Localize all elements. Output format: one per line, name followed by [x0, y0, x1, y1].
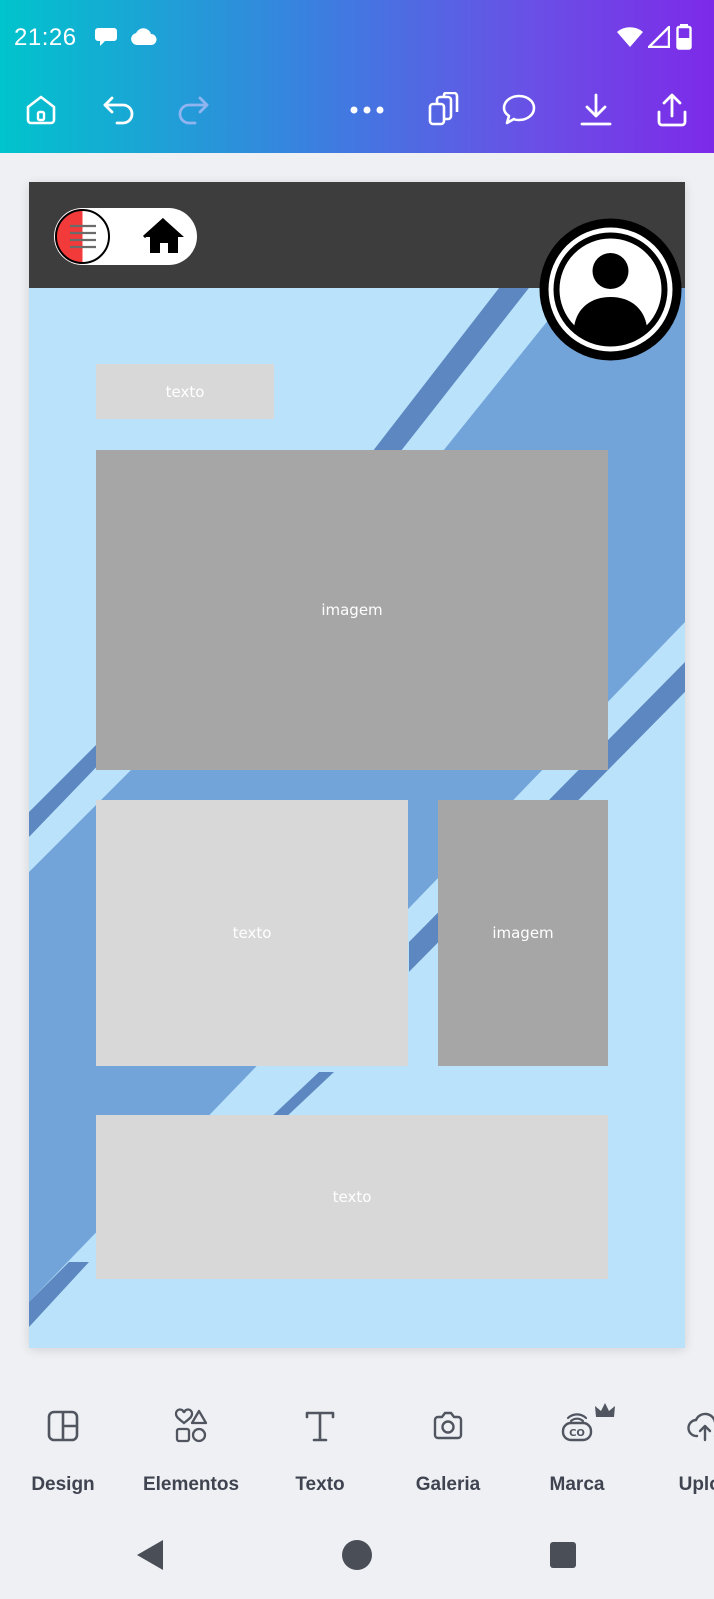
more-icon [350, 106, 384, 114]
tool-uploads[interactable]: Uploa [641, 1380, 714, 1495]
menu-icon[interactable] [54, 208, 111, 265]
comment-button[interactable] [497, 88, 541, 132]
home-nav-button[interactable] [332, 1530, 382, 1580]
recents-button[interactable] [538, 1530, 588, 1580]
editor-tools-bar: Design Elementos Texto Galeria CO Marca … [0, 1380, 714, 1500]
system-navigation-bar [0, 1530, 714, 1590]
premium-crown-icon [595, 1403, 615, 1417]
shapes-icon [174, 1408, 208, 1443]
image-placeholder-block[interactable]: imagem [438, 800, 608, 1066]
share-button[interactable] [650, 88, 694, 132]
tool-label: Elementos [142, 1474, 240, 1495]
text-placeholder-block[interactable]: texto [96, 800, 408, 1066]
tool-label: Design [31, 1474, 95, 1495]
tool-gallery[interactable]: Galeria [384, 1380, 512, 1495]
home-icon[interactable] [142, 216, 186, 256]
redo-button[interactable] [171, 88, 215, 132]
nav-pill[interactable] [54, 208, 197, 265]
redo-icon [178, 96, 209, 125]
home-circle-icon [342, 1540, 372, 1570]
layout-icon [47, 1410, 79, 1442]
app-header: 21:26 [0, 0, 714, 153]
back-icon [137, 1540, 163, 1570]
pages-button[interactable] [421, 88, 465, 132]
text-placeholder-block[interactable]: texto [96, 364, 274, 419]
svg-text:CO: CO [569, 1428, 585, 1439]
upload-icon [687, 1412, 714, 1442]
home-button[interactable] [19, 88, 63, 132]
download-button[interactable] [574, 88, 618, 132]
brand-icon: CO [561, 1413, 593, 1442]
profile-avatar-icon[interactable] [538, 217, 683, 362]
wifi-icon [616, 26, 644, 53]
text-icon [305, 1411, 335, 1442]
share-icon [657, 93, 687, 127]
download-icon [580, 93, 612, 126]
more-options-button[interactable] [345, 88, 389, 132]
status-bar: 21:26 [0, 20, 714, 56]
back-button[interactable] [126, 1530, 176, 1580]
cloud-icon [130, 28, 158, 51]
tool-label: Uploa [678, 1474, 714, 1495]
text-placeholder-block[interactable]: texto [96, 1115, 608, 1279]
copy-pages-icon [428, 92, 459, 126]
image-placeholder-block[interactable]: imagem [96, 450, 608, 770]
undo-icon [103, 96, 134, 125]
tool-text[interactable]: Texto [256, 1380, 384, 1495]
undo-button[interactable] [97, 88, 141, 132]
tool-elements[interactable]: Elementos [127, 1380, 255, 1495]
comment-icon [502, 94, 536, 125]
tool-design[interactable]: Design [0, 1380, 127, 1495]
editor-toolbar [0, 88, 714, 132]
battery-icon [676, 24, 692, 55]
camera-icon [433, 1411, 463, 1440]
home-icon [26, 95, 56, 125]
tool-label: Marca [549, 1474, 605, 1495]
tool-brand[interactable]: CO Marca [513, 1380, 641, 1495]
design-canvas[interactable]: texto imagem texto imagem texto [29, 182, 685, 1348]
recents-icon [550, 1542, 576, 1568]
tool-label: Galeria [415, 1474, 481, 1495]
status-time: 21:26 [14, 24, 77, 51]
tool-label: Texto [295, 1474, 345, 1495]
chat-notification-icon [94, 26, 118, 53]
signal-icon [646, 24, 671, 53]
